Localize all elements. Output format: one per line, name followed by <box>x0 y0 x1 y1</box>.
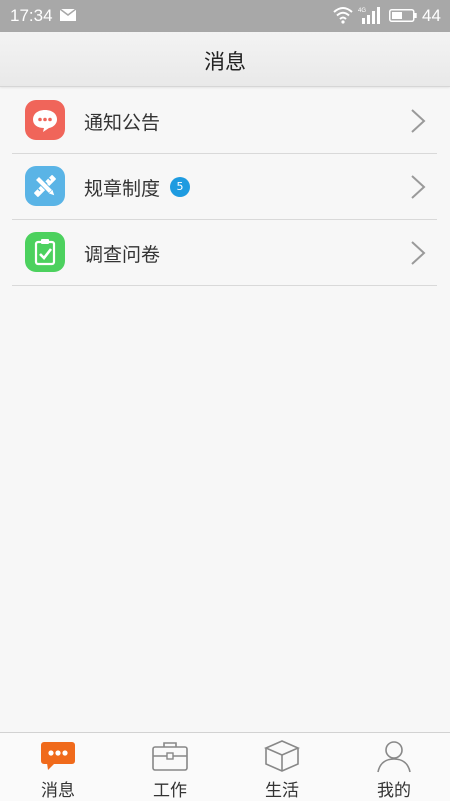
message-list: 通知公告 规章制度 5 调查问卷 <box>0 88 450 286</box>
chevron-right-icon <box>411 241 426 265</box>
status-time: 17:34 <box>10 6 53 25</box>
chevron-right-icon <box>411 175 426 199</box>
battery-icon <box>389 9 417 22</box>
list-item-regulations[interactable]: 规章制度 5 <box>12 154 437 220</box>
box-icon <box>264 740 300 772</box>
list-item-notice[interactable]: 通知公告 <box>12 88 437 154</box>
list-item-label: 规章制度 <box>84 178 161 200</box>
network-type-label: 4G <box>358 8 366 14</box>
battery-level: 44 <box>422 6 441 25</box>
tab-label: 我的 <box>377 781 411 801</box>
title-bar: 消息 <box>0 32 450 87</box>
tab-me[interactable]: 我的 <box>338 733 450 801</box>
pencil-ruler-icon <box>25 166 65 206</box>
tab-work[interactable]: 工作 <box>114 733 226 801</box>
list-item-survey[interactable]: 调查问卷 <box>12 220 437 286</box>
mail-icon <box>60 9 76 21</box>
clipboard-check-icon <box>25 232 65 272</box>
bottom-tab-bar: 消息 工作 生活 我的 <box>0 732 450 801</box>
tab-label: 工作 <box>153 781 187 801</box>
status-bar: 17:34 4G 44 <box>0 0 450 32</box>
page-title: 消息 <box>204 50 246 74</box>
tab-messages[interactable]: 消息 <box>2 733 114 801</box>
briefcase-icon <box>152 742 188 771</box>
tab-life[interactable]: 生活 <box>226 733 338 801</box>
tab-label: 消息 <box>41 781 75 801</box>
chevron-right-icon <box>411 109 426 133</box>
person-icon <box>377 741 411 773</box>
unread-count-badge: 5 <box>170 177 190 197</box>
tab-label: 生活 <box>265 781 299 801</box>
signal-icon: 4G <box>358 7 380 24</box>
list-item-label: 调查问卷 <box>84 244 161 266</box>
chat-bubble-icon <box>25 100 65 140</box>
list-item-label: 通知公告 <box>84 112 161 134</box>
wifi-icon <box>333 7 353 24</box>
message-icon <box>41 742 75 770</box>
